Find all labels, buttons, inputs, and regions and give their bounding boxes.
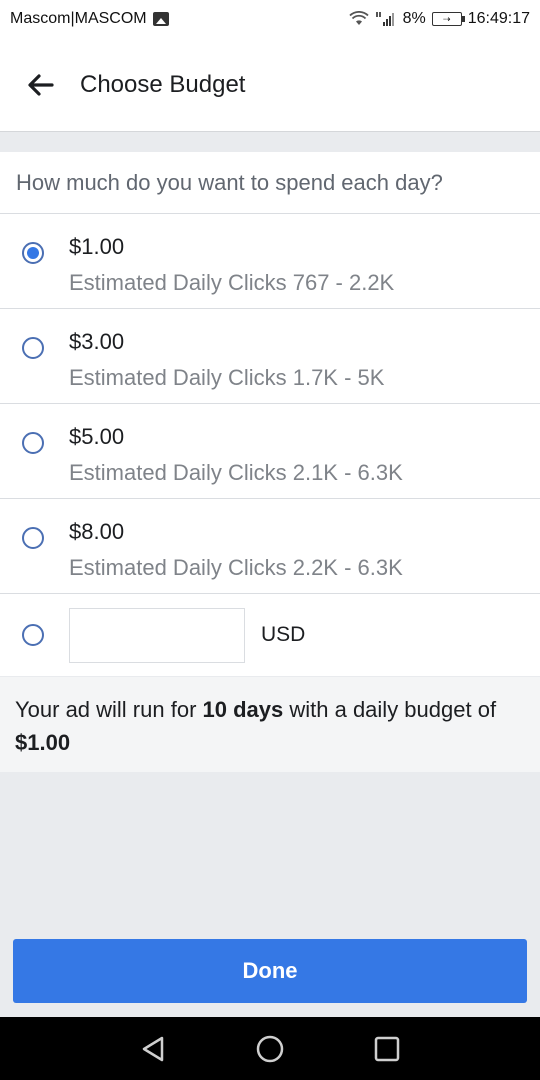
option-amount: $1.00 — [69, 234, 125, 259]
summary-budget: $1.00 — [15, 730, 71, 755]
custom-amount-input[interactable] — [69, 607, 245, 663]
status-right: 8% ⇢ 16:49:17 — [348, 10, 530, 28]
summary-middle: with a daily budget of — [283, 697, 497, 722]
clock: 16:49:17 — [467, 10, 530, 27]
radio-button[interactable] — [22, 432, 44, 454]
custom-budget-option[interactable]: USD — [0, 594, 540, 676]
option-text: $1.00 Estimated Daily Clicks 767 - 2.2K — [69, 234, 394, 296]
option-estimate: Estimated Daily Clicks 2.2K - 6.3K — [69, 555, 403, 580]
arrow-left-icon — [28, 73, 54, 96]
option-amount: $8.00 — [69, 519, 125, 544]
option-estimate: Estimated Daily Clicks 767 - 2.2K — [69, 270, 395, 295]
radio-button[interactable] — [22, 527, 44, 549]
budget-option-8[interactable]: $8.00 Estimated Daily Clicks 2.2K - 6.3K — [0, 499, 540, 594]
budget-question: How much do you want to spend each day? — [0, 152, 540, 214]
radio-button[interactable] — [22, 624, 44, 646]
budget-option-3[interactable]: $3.00 Estimated Daily Clicks 1.7K - 5K — [0, 309, 540, 404]
budget-options: How much do you want to spend each day? … — [0, 152, 540, 676]
budget-option-5[interactable]: $5.00 Estimated Daily Clicks 2.1K - 6.3K — [0, 404, 540, 499]
budget-option-1[interactable]: $1.00 Estimated Daily Clicks 767 - 2.2K — [0, 214, 540, 309]
done-button[interactable]: Done — [13, 939, 527, 1003]
option-amount: $3.00 — [69, 329, 125, 354]
budget-summary: Your ad will run for 10 days with a dail… — [0, 677, 540, 772]
option-estimate: Estimated Daily Clicks 2.1K - 6.3K — [69, 460, 403, 485]
page-title: Choose Budget — [80, 70, 246, 98]
status-bar: Mascom|MASCOM 8% ⇢ 16:49:17 — [0, 0, 540, 38]
image-icon — [152, 12, 169, 26]
recents-square-icon[interactable] — [374, 1036, 400, 1062]
home-circle-icon[interactable] — [255, 1034, 285, 1064]
option-estimate: Estimated Daily Clicks 1.7K - 5K — [69, 365, 385, 390]
summary-days: 10 days — [202, 697, 284, 722]
radio-button[interactable] — [22, 337, 44, 359]
radio-button-checked[interactable] — [22, 242, 44, 264]
option-text: $8.00 Estimated Daily Clicks 2.2K - 6.3K — [69, 519, 403, 581]
back-button[interactable] — [0, 38, 80, 132]
signal-icon — [375, 11, 397, 27]
back-triangle-icon[interactable] — [140, 1035, 166, 1063]
wifi-icon — [348, 11, 369, 27]
option-amount: $5.00 — [69, 424, 125, 449]
option-text: $5.00 Estimated Daily Clicks 2.1K - 6.3K — [69, 424, 403, 486]
summary-prefix: Your ad will run for — [15, 697, 203, 722]
currency-label: USD — [261, 623, 306, 646]
app-header: Choose Budget — [0, 38, 540, 132]
battery-icon: ⇢ — [431, 12, 465, 26]
system-nav-bar — [0, 1017, 540, 1080]
battery-percent: 8% — [402, 10, 426, 27]
carrier-label: Mascom|MASCOM — [10, 10, 147, 27]
option-text: $3.00 Estimated Daily Clicks 1.7K - 5K — [69, 329, 384, 391]
